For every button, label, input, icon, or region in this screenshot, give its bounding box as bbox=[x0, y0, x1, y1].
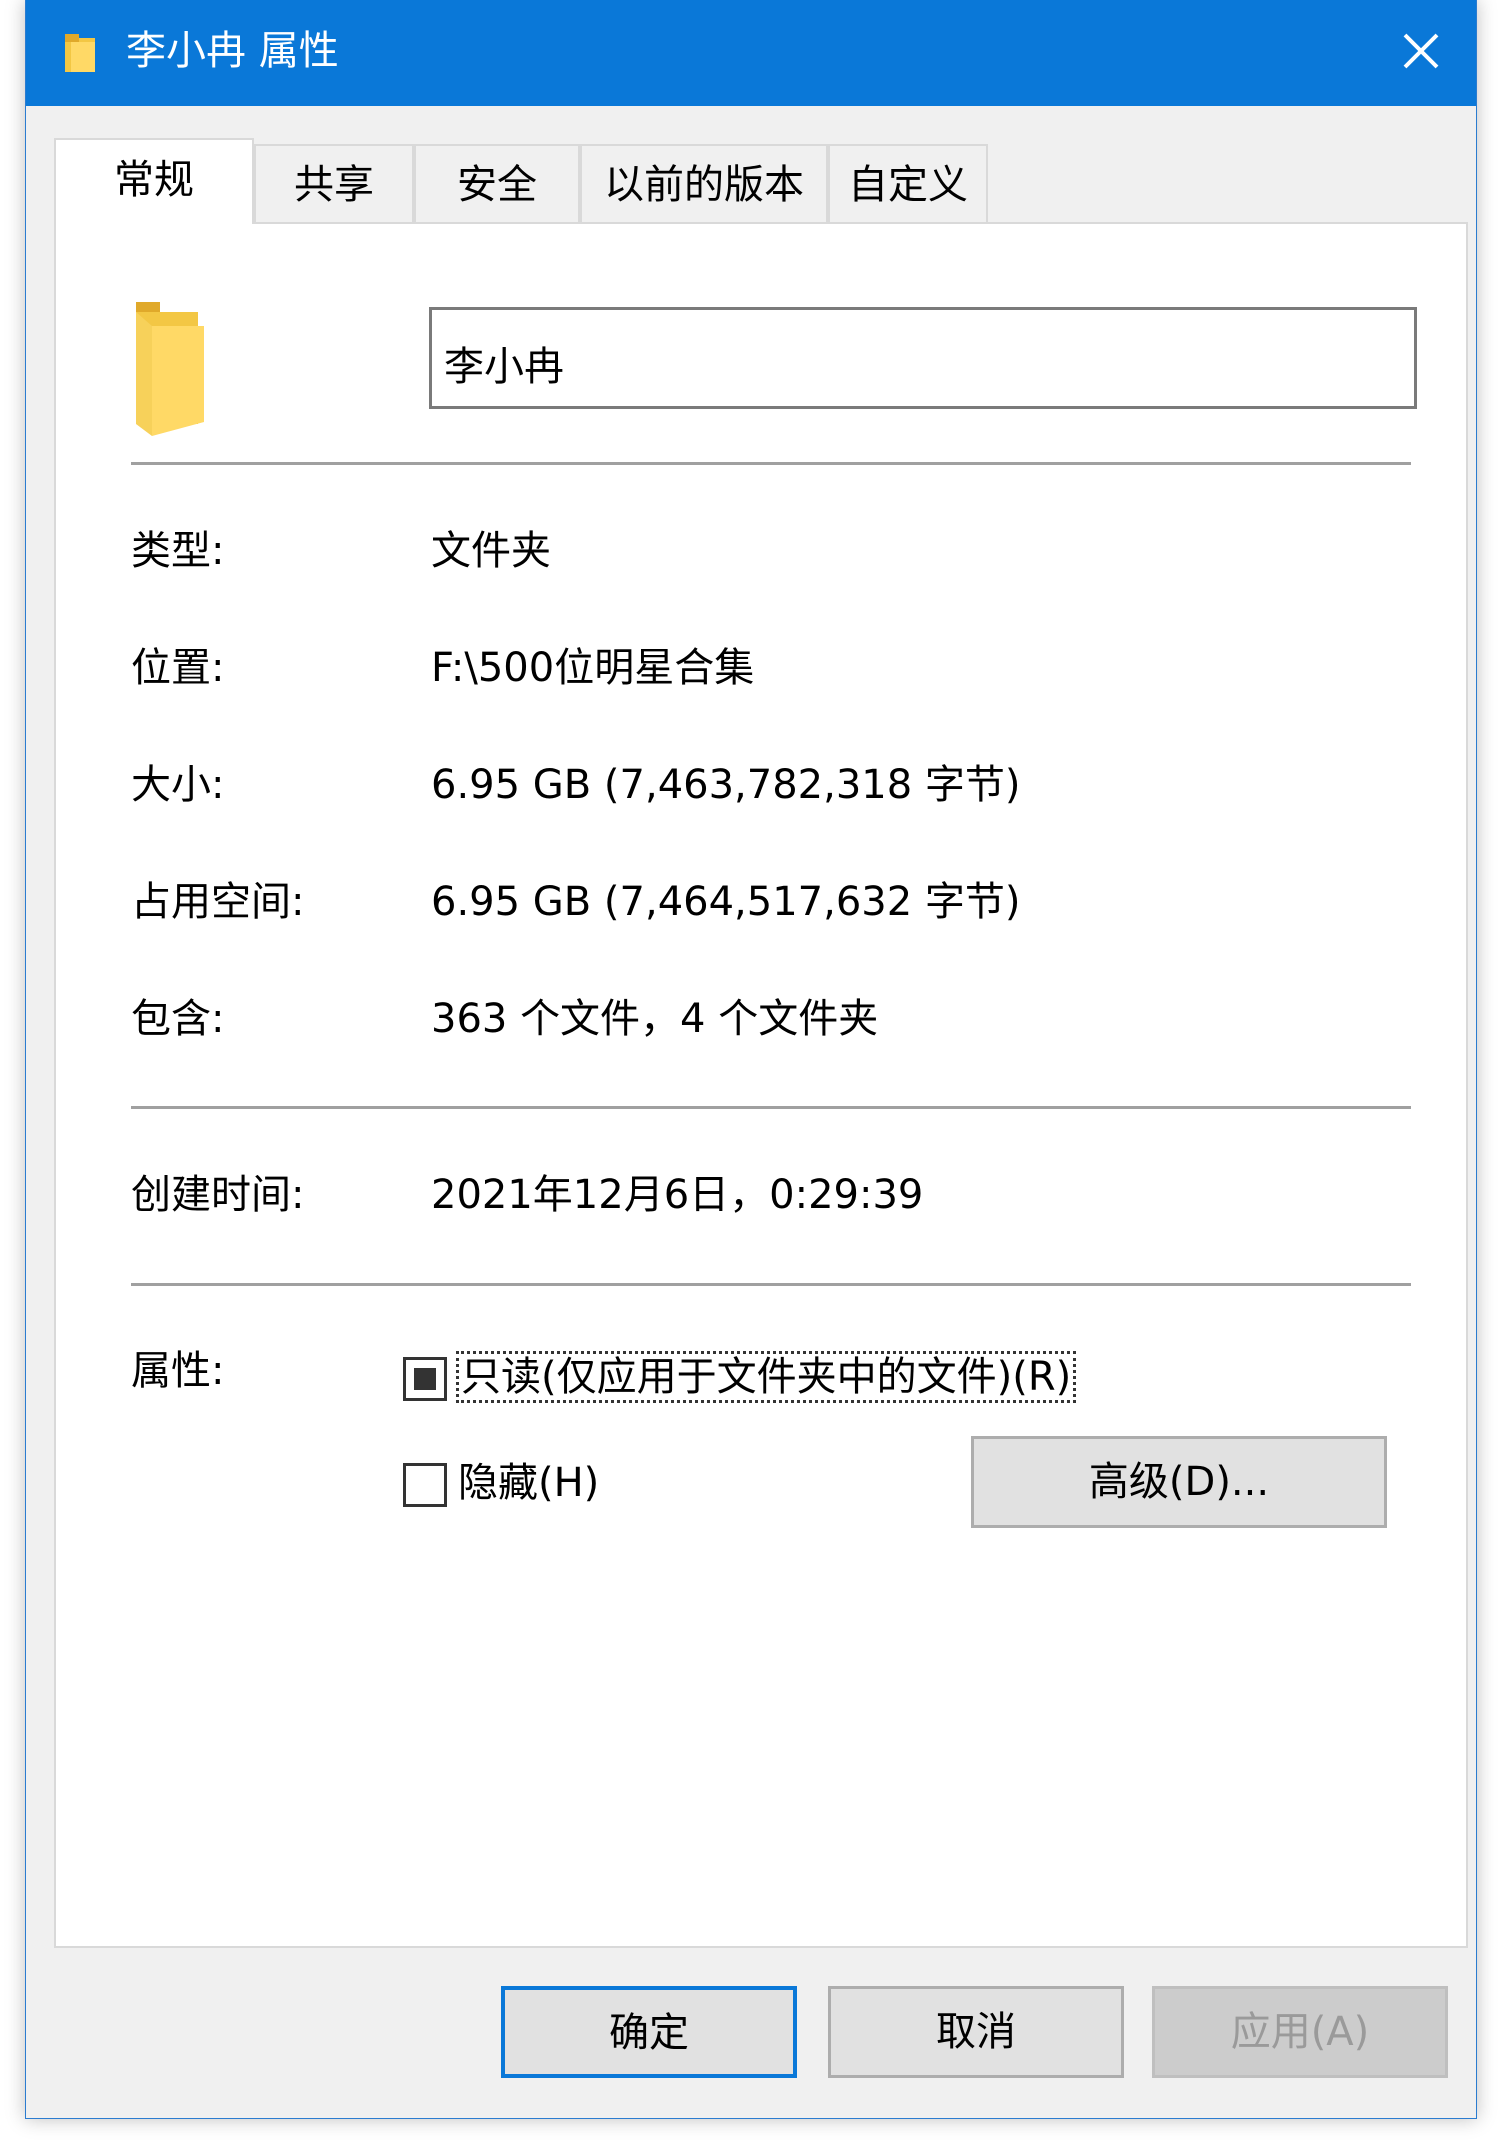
readonly-label-text: 只读(仅应用于文件夹中的文件)(R) bbox=[456, 1351, 1077, 1403]
advanced-button[interactable]: 高级(D)... bbox=[971, 1436, 1387, 1528]
created-value: 2021年12月6日，0:29:39 bbox=[431, 1172, 924, 1218]
divider bbox=[131, 462, 1411, 465]
tab-previous-versions[interactable]: 以前的版本 bbox=[580, 144, 828, 222]
properties-dialog: 李小冉 属性 常规 共享 安全 以前的版本 自定义 类型: 文件夹 位置: F bbox=[25, 0, 1477, 2119]
location-label: 位置: bbox=[131, 645, 225, 691]
size-on-disk-value: 6.95 GB (7,464,517,632 字节) bbox=[431, 879, 1021, 925]
tab-sharing[interactable]: 共享 bbox=[254, 144, 414, 222]
title-bar[interactable]: 李小冉 属性 bbox=[26, 0, 1476, 106]
tab-customize[interactable]: 自定义 bbox=[828, 144, 988, 222]
folder-icon bbox=[61, 32, 101, 80]
hidden-label[interactable]: 隐藏(H) bbox=[458, 1458, 599, 1508]
cancel-button[interactable]: 取消 bbox=[828, 1986, 1124, 2078]
close-button[interactable] bbox=[1366, 0, 1476, 106]
hidden-checkbox[interactable] bbox=[403, 1463, 447, 1507]
contains-label: 包含: bbox=[131, 996, 225, 1042]
close-icon bbox=[1401, 31, 1441, 75]
ok-button[interactable]: 确定 bbox=[501, 1986, 797, 2078]
apply-button[interactable]: 应用(A) bbox=[1152, 1986, 1448, 2078]
location-value: F:\500位明星合集 bbox=[431, 645, 755, 691]
created-label: 创建时间: bbox=[131, 1172, 305, 1218]
folder-icon bbox=[126, 298, 216, 442]
type-value: 文件夹 bbox=[431, 528, 551, 574]
folder-name-input[interactable] bbox=[429, 307, 1417, 409]
general-panel bbox=[54, 222, 1468, 1948]
divider bbox=[131, 1283, 1411, 1286]
size-value: 6.95 GB (7,463,782,318 字节) bbox=[431, 762, 1021, 808]
contains-value: 363 个文件，4 个文件夹 bbox=[431, 996, 879, 1042]
readonly-label[interactable]: 只读(仅应用于文件夹中的文件)(R) bbox=[456, 1351, 1077, 1403]
attributes-label: 属性: bbox=[131, 1348, 225, 1394]
readonly-checkbox[interactable] bbox=[403, 1357, 447, 1401]
window-title: 李小冉 属性 bbox=[126, 28, 339, 74]
size-on-disk-label: 占用空间: bbox=[131, 879, 305, 925]
tab-security[interactable]: 安全 bbox=[414, 144, 580, 222]
indeterminate-mark bbox=[414, 1368, 436, 1390]
tab-general[interactable]: 常规 bbox=[54, 138, 254, 224]
size-label: 大小: bbox=[131, 762, 225, 808]
divider bbox=[131, 1106, 1411, 1109]
type-label: 类型: bbox=[131, 528, 225, 574]
